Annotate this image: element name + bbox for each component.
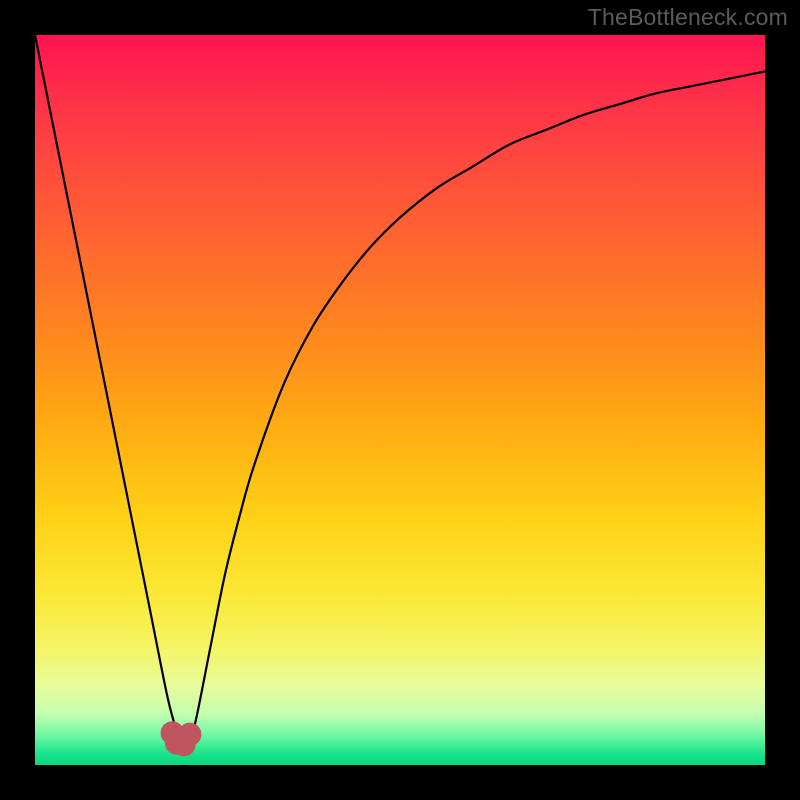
minimum-markers [161,721,202,756]
curve-overlay [35,35,765,765]
minimum-marker [178,723,201,746]
plot-area [35,35,765,765]
bottleneck-curve [35,35,765,746]
watermark-text: TheBottleneck.com [588,4,788,31]
chart-frame: TheBottleneck.com [0,0,800,800]
